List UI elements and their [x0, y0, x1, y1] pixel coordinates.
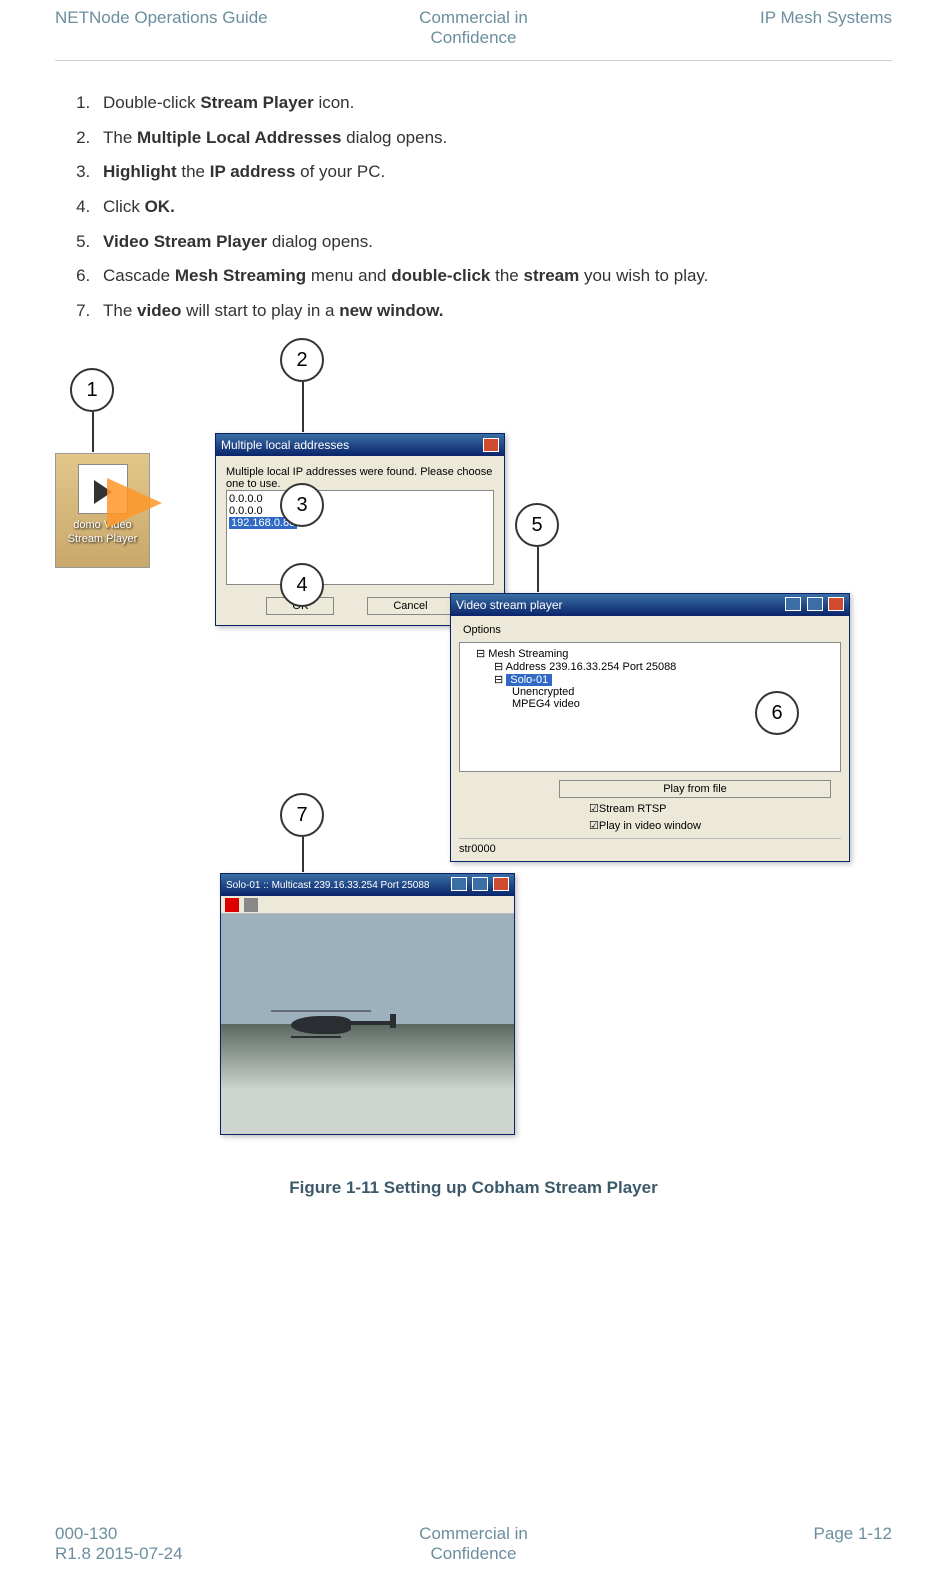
playback-toolbar — [221, 896, 514, 914]
callout-2: 2 — [280, 338, 324, 382]
video-playback-window: Solo-01 :: Multicast 239.16.33.254 Port … — [220, 873, 515, 1135]
tree-item-address[interactable]: ⊟ Address 239.16.33.254 Port 25088 — [464, 660, 836, 673]
step-6: Cascade Mesh Streaming menu and double-c… — [95, 264, 892, 289]
dialog-titlebar[interactable]: Multiple local addresses — [216, 434, 504, 456]
list-item[interactable]: 0.0.0.0 — [229, 505, 491, 517]
tree-item-solo[interactable]: ⊟ Solo-01 — [464, 673, 836, 686]
stop-icon[interactable] — [244, 898, 258, 912]
footer-right: Page 1-12 — [613, 1524, 892, 1564]
play-from-file-button[interactable]: Play from file — [559, 780, 831, 798]
dialog-message: Multiple local IP addresses were found. … — [226, 466, 494, 490]
list-item-selected[interactable]: 192.168.0.88 — [229, 517, 491, 529]
maximize-icon[interactable] — [472, 877, 488, 891]
dialog-titlebar[interactable]: Solo-01 :: Multicast 239.16.33.254 Port … — [221, 874, 514, 896]
figure-composite: 1 2 3 4 5 6 7 domo Video Stream Player M… — [55, 338, 892, 1168]
record-icon[interactable] — [225, 898, 239, 912]
helicopter-image — [261, 1004, 391, 1044]
footer-left: 000-130 R1.8 2015-07-24 — [55, 1524, 334, 1564]
minimize-icon[interactable] — [451, 877, 467, 891]
instruction-steps: Double-click Stream Player icon. The Mul… — [55, 91, 892, 323]
video-display — [221, 914, 514, 1134]
figure-caption: Figure 1-11 Setting up Cobham Stream Pla… — [55, 1178, 892, 1198]
step-2: The Multiple Local Addresses dialog open… — [95, 126, 892, 151]
minimize-icon[interactable] — [785, 597, 801, 611]
step-4: Click OK. — [95, 195, 892, 220]
options-menu[interactable]: Options — [459, 622, 841, 638]
list-item[interactable]: 0.0.0.0 — [229, 493, 491, 505]
checkbox-stream-rtsp[interactable]: ☑ Stream RTSP — [589, 802, 841, 815]
header-center: Commercial in Confidence — [334, 8, 613, 48]
step-7: The video will start to play in a new wi… — [95, 299, 892, 324]
step-1: Double-click Stream Player icon. — [95, 91, 892, 116]
close-icon[interactable] — [483, 438, 499, 452]
close-icon[interactable] — [493, 877, 509, 891]
ip-address-listbox[interactable]: 0.0.0.0 0.0.0.0 192.168.0.88 — [226, 490, 494, 585]
header-right: IP Mesh Systems — [613, 8, 892, 48]
callout-1: 1 — [70, 368, 114, 412]
maximize-icon[interactable] — [807, 597, 823, 611]
checkbox-play-in-window[interactable]: ☑ Play in video window — [589, 819, 841, 832]
callout-7: 7 — [280, 793, 324, 837]
tree-item-mesh[interactable]: ⊟ Mesh Streaming — [464, 647, 836, 660]
page-header: NETNode Operations Guide Commercial in C… — [55, 0, 892, 61]
arrow-icon — [107, 478, 162, 528]
dialog-title: Multiple local addresses — [221, 438, 349, 452]
close-icon[interactable] — [828, 597, 844, 611]
callout-5: 5 — [515, 503, 559, 547]
dialog-title: Video stream player — [456, 598, 563, 612]
dialog-titlebar[interactable]: Video stream player — [451, 594, 849, 616]
header-left: NETNode Operations Guide — [55, 8, 334, 48]
footer-center: Commercial in Confidence — [334, 1524, 613, 1564]
cancel-button[interactable]: Cancel — [367, 597, 453, 615]
step-3: Highlight the IP address of your PC. — [95, 160, 892, 185]
dialog-title: Solo-01 :: Multicast 239.16.33.254 Port … — [226, 880, 429, 891]
step-5: Video Stream Player dialog opens. — [95, 230, 892, 255]
page-footer: 000-130 R1.8 2015-07-24 Commercial in Co… — [55, 1524, 892, 1564]
status-bar: str0000 — [459, 838, 841, 855]
